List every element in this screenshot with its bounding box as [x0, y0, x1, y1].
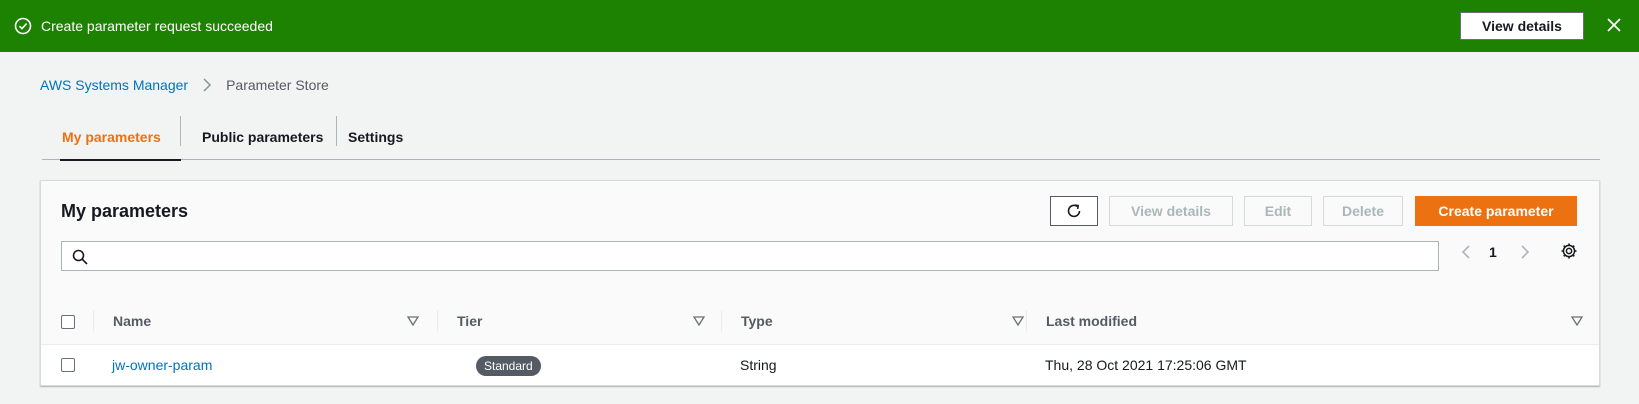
gear-icon[interactable]	[1560, 242, 1578, 260]
view-details-button[interactable]: View details	[1109, 196, 1233, 226]
create-parameter-button[interactable]: Create parameter	[1415, 196, 1577, 226]
select-all-checkbox[interactable]	[61, 315, 75, 329]
delete-button[interactable]: Delete	[1323, 196, 1403, 226]
row-checkbox[interactable]	[61, 358, 75, 372]
close-icon[interactable]	[1606, 17, 1622, 33]
column-divider	[721, 310, 722, 332]
breadcrumb-current: Parameter Store	[226, 77, 329, 93]
tab-divider	[180, 116, 181, 146]
column-divider	[437, 310, 438, 332]
table-header: Name Tier Type Last modified	[41, 297, 1599, 345]
refresh-button[interactable]	[1050, 196, 1098, 226]
column-header-tier[interactable]: Tier	[457, 313, 482, 329]
sort-icon[interactable]	[693, 316, 705, 326]
column-divider	[1026, 310, 1027, 332]
panel-title: My parameters	[61, 201, 189, 221]
parameter-name-link[interactable]: jw-owner-param	[112, 357, 212, 373]
search-icon	[72, 249, 88, 265]
column-header-name[interactable]: Name	[113, 313, 151, 329]
search-input[interactable]	[61, 241, 1439, 271]
column-header-type[interactable]: Type	[741, 313, 773, 329]
current-page-number[interactable]: 1	[1489, 244, 1497, 260]
tab-public-parameters[interactable]: Public parameters	[202, 114, 323, 160]
chevron-right-icon[interactable]	[1518, 244, 1532, 260]
parameter-last-modified: Thu, 28 Oct 2021 17:25:06 GMT	[1045, 357, 1247, 373]
tab-divider	[336, 116, 337, 146]
sort-icon[interactable]	[407, 316, 419, 326]
column-divider	[93, 310, 94, 332]
tab-my-parameters[interactable]: My parameters	[60, 114, 181, 161]
sort-icon[interactable]	[1012, 316, 1024, 326]
column-header-last-modified[interactable]: Last modified	[1046, 313, 1137, 329]
sort-icon[interactable]	[1571, 316, 1583, 326]
breadcrumb-link-systems-manager[interactable]: AWS Systems Manager	[40, 77, 188, 93]
tab-bar: My parameters Public parameters Settings	[42, 114, 1600, 161]
edit-button[interactable]: Edit	[1244, 196, 1312, 226]
refresh-icon	[1067, 204, 1081, 218]
table-row[interactable]: jw-owner-param Standard String Thu, 28 O…	[41, 345, 1599, 385]
check-circle-icon	[14, 17, 32, 35]
chevron-left-icon[interactable]	[1459, 244, 1473, 260]
flash-view-details-button[interactable]: View details	[1460, 12, 1584, 40]
parameters-panel: My parameters View details Edit Delete C…	[40, 180, 1600, 386]
tab-settings[interactable]: Settings	[348, 114, 403, 160]
parameter-type: String	[740, 357, 777, 373]
flash-message: Create parameter request succeeded	[41, 18, 273, 34]
success-flash-banner: Create parameter request succeeded View …	[0, 0, 1639, 52]
breadcrumb: AWS Systems Manager Parameter Store	[40, 77, 329, 93]
chevron-right-icon	[203, 78, 212, 92]
tier-badge: Standard	[476, 356, 541, 376]
